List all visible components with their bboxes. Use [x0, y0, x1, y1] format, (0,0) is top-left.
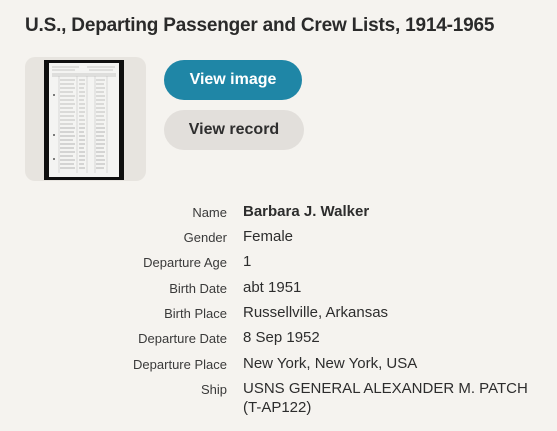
detail-value-gender: Female — [243, 228, 294, 245]
view-record-button[interactable]: View record — [164, 110, 304, 150]
detail-label: Birth Place — [164, 306, 227, 321]
detail-label: Ship — [200, 382, 227, 397]
detail-label: Name — [192, 205, 227, 220]
collection-title: U.S., Departing Passenger and Crew Lists… — [25, 15, 495, 36]
detail-value-departure-age: 1 — [243, 253, 252, 270]
document-page — [49, 63, 119, 177]
detail-value-birth-date: abt 1951 — [243, 279, 302, 296]
detail-label: Departure Place — [133, 357, 227, 372]
document-lines-graphic — [52, 66, 116, 173]
document-scan — [44, 60, 124, 180]
detail-label: Departure Date — [138, 331, 227, 346]
detail-value-departure-date: 8 Sep 1952 — [243, 329, 320, 346]
detail-label: Birth Date — [169, 281, 227, 296]
detail-label: Gender — [183, 230, 227, 245]
detail-value-departure-place: New York, New York, USA — [243, 355, 418, 372]
detail-value-birth-place: Russellville, Arkansas — [243, 304, 389, 321]
detail-label: Departure Age — [143, 255, 227, 270]
record-card: U.S., Departing Passenger and Crew Lists… — [0, 0, 557, 431]
record-image-thumbnail[interactable] — [25, 57, 146, 181]
detail-value-ship: USNS GENERAL ALEXANDER M. PATCH (T-AP122… — [243, 380, 528, 416]
detail-value-name: Barbara J. Walker — [243, 203, 370, 220]
view-image-button[interactable]: View image — [164, 60, 302, 100]
